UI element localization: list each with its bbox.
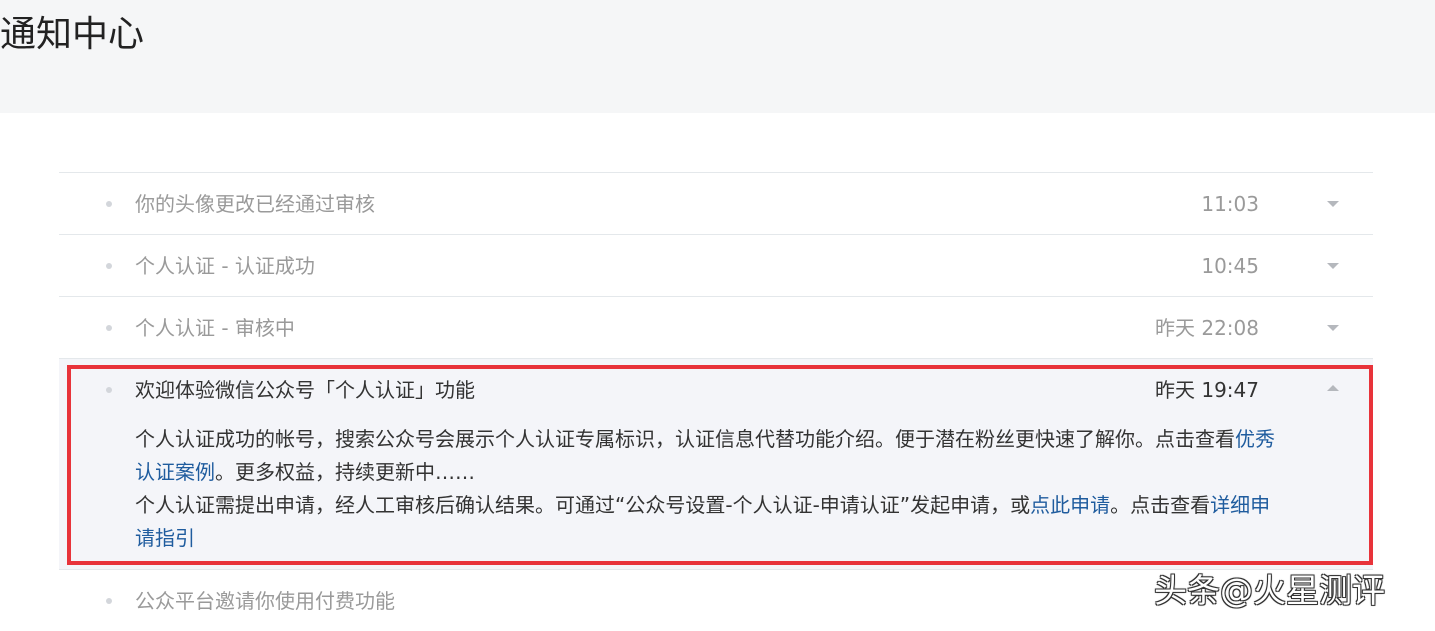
bullet-dot-icon <box>106 325 112 331</box>
apply-here-link[interactable]: 点此申请 <box>1030 493 1110 517</box>
notification-time: 11:03 <box>1201 192 1259 216</box>
chevron-down-icon[interactable] <box>1327 325 1339 331</box>
page-title: 通知中心 <box>0 14 145 55</box>
body-text: 。点击查看 <box>1110 493 1211 517</box>
body-text: 个人认证需提出申请，经人工审核后确认结果。可通过“公众号设置-个人认证-申请认证… <box>135 493 1031 517</box>
chevron-up-icon[interactable] <box>1327 385 1339 391</box>
notification-title: 公众平台邀请你使用付费功能 <box>135 589 395 613</box>
bullet-dot-icon <box>106 598 112 604</box>
body-paragraph-2: 个人认证需提出申请，经人工审核后确认结果。可通过“公众号设置-个人认证-申请认证… <box>135 489 1275 555</box>
notification-time: 昨天 19:47 <box>1155 378 1259 402</box>
bullet-dot-icon <box>106 201 112 207</box>
chevron-down-icon[interactable] <box>1327 201 1339 207</box>
notification-item[interactable]: 个人认证 - 认证成功 10:45 <box>59 235 1373 297</box>
notification-item[interactable]: 个人认证 - 审核中 昨天 22:08 <box>59 297 1373 359</box>
body-paragraph-1: 个人认证成功的帐号，搜索公众号会展示个人认证专属标识，认证信息代替功能介绍。便于… <box>135 423 1275 489</box>
notification-title: 你的头像更改已经通过审核 <box>135 192 375 216</box>
notification-time: 10:45 <box>1201 254 1259 278</box>
notification-title: 个人认证 - 审核中 <box>135 316 295 340</box>
body-text: 。更多权益，持续更新中…… <box>215 460 475 484</box>
notification-time: 昨天 22:08 <box>1155 316 1259 340</box>
notification-body: 个人认证成功的帐号，搜索公众号会展示个人认证专属标识，认证信息代替功能介绍。便于… <box>135 423 1275 555</box>
bullet-dot-icon <box>106 263 112 269</box>
notification-title: 欢迎体验微信公众号「个人认证」功能 <box>135 378 475 402</box>
chevron-down-icon[interactable] <box>1327 263 1339 269</box>
notification-list: 你的头像更改已经通过审核 11:03 个人认证 - 认证成功 10:45 个人认… <box>59 172 1373 631</box>
header-band: 通知中心 <box>0 0 1435 113</box>
watermark: 头条@火星测评 <box>1154 571 1385 610</box>
bullet-dot-icon <box>106 387 112 393</box>
notification-item-expanded[interactable]: 欢迎体验微信公众号「个人认证」功能 昨天 19:47 个人认证成功的帐号，搜索公… <box>59 359 1373 570</box>
body-text: 个人认证成功的帐号，搜索公众号会展示个人认证专属标识，认证信息代替功能介绍。便于… <box>135 427 1235 451</box>
notification-item[interactable]: 你的头像更改已经通过审核 11:03 <box>59 173 1373 235</box>
notification-title: 个人认证 - 认证成功 <box>135 254 315 278</box>
